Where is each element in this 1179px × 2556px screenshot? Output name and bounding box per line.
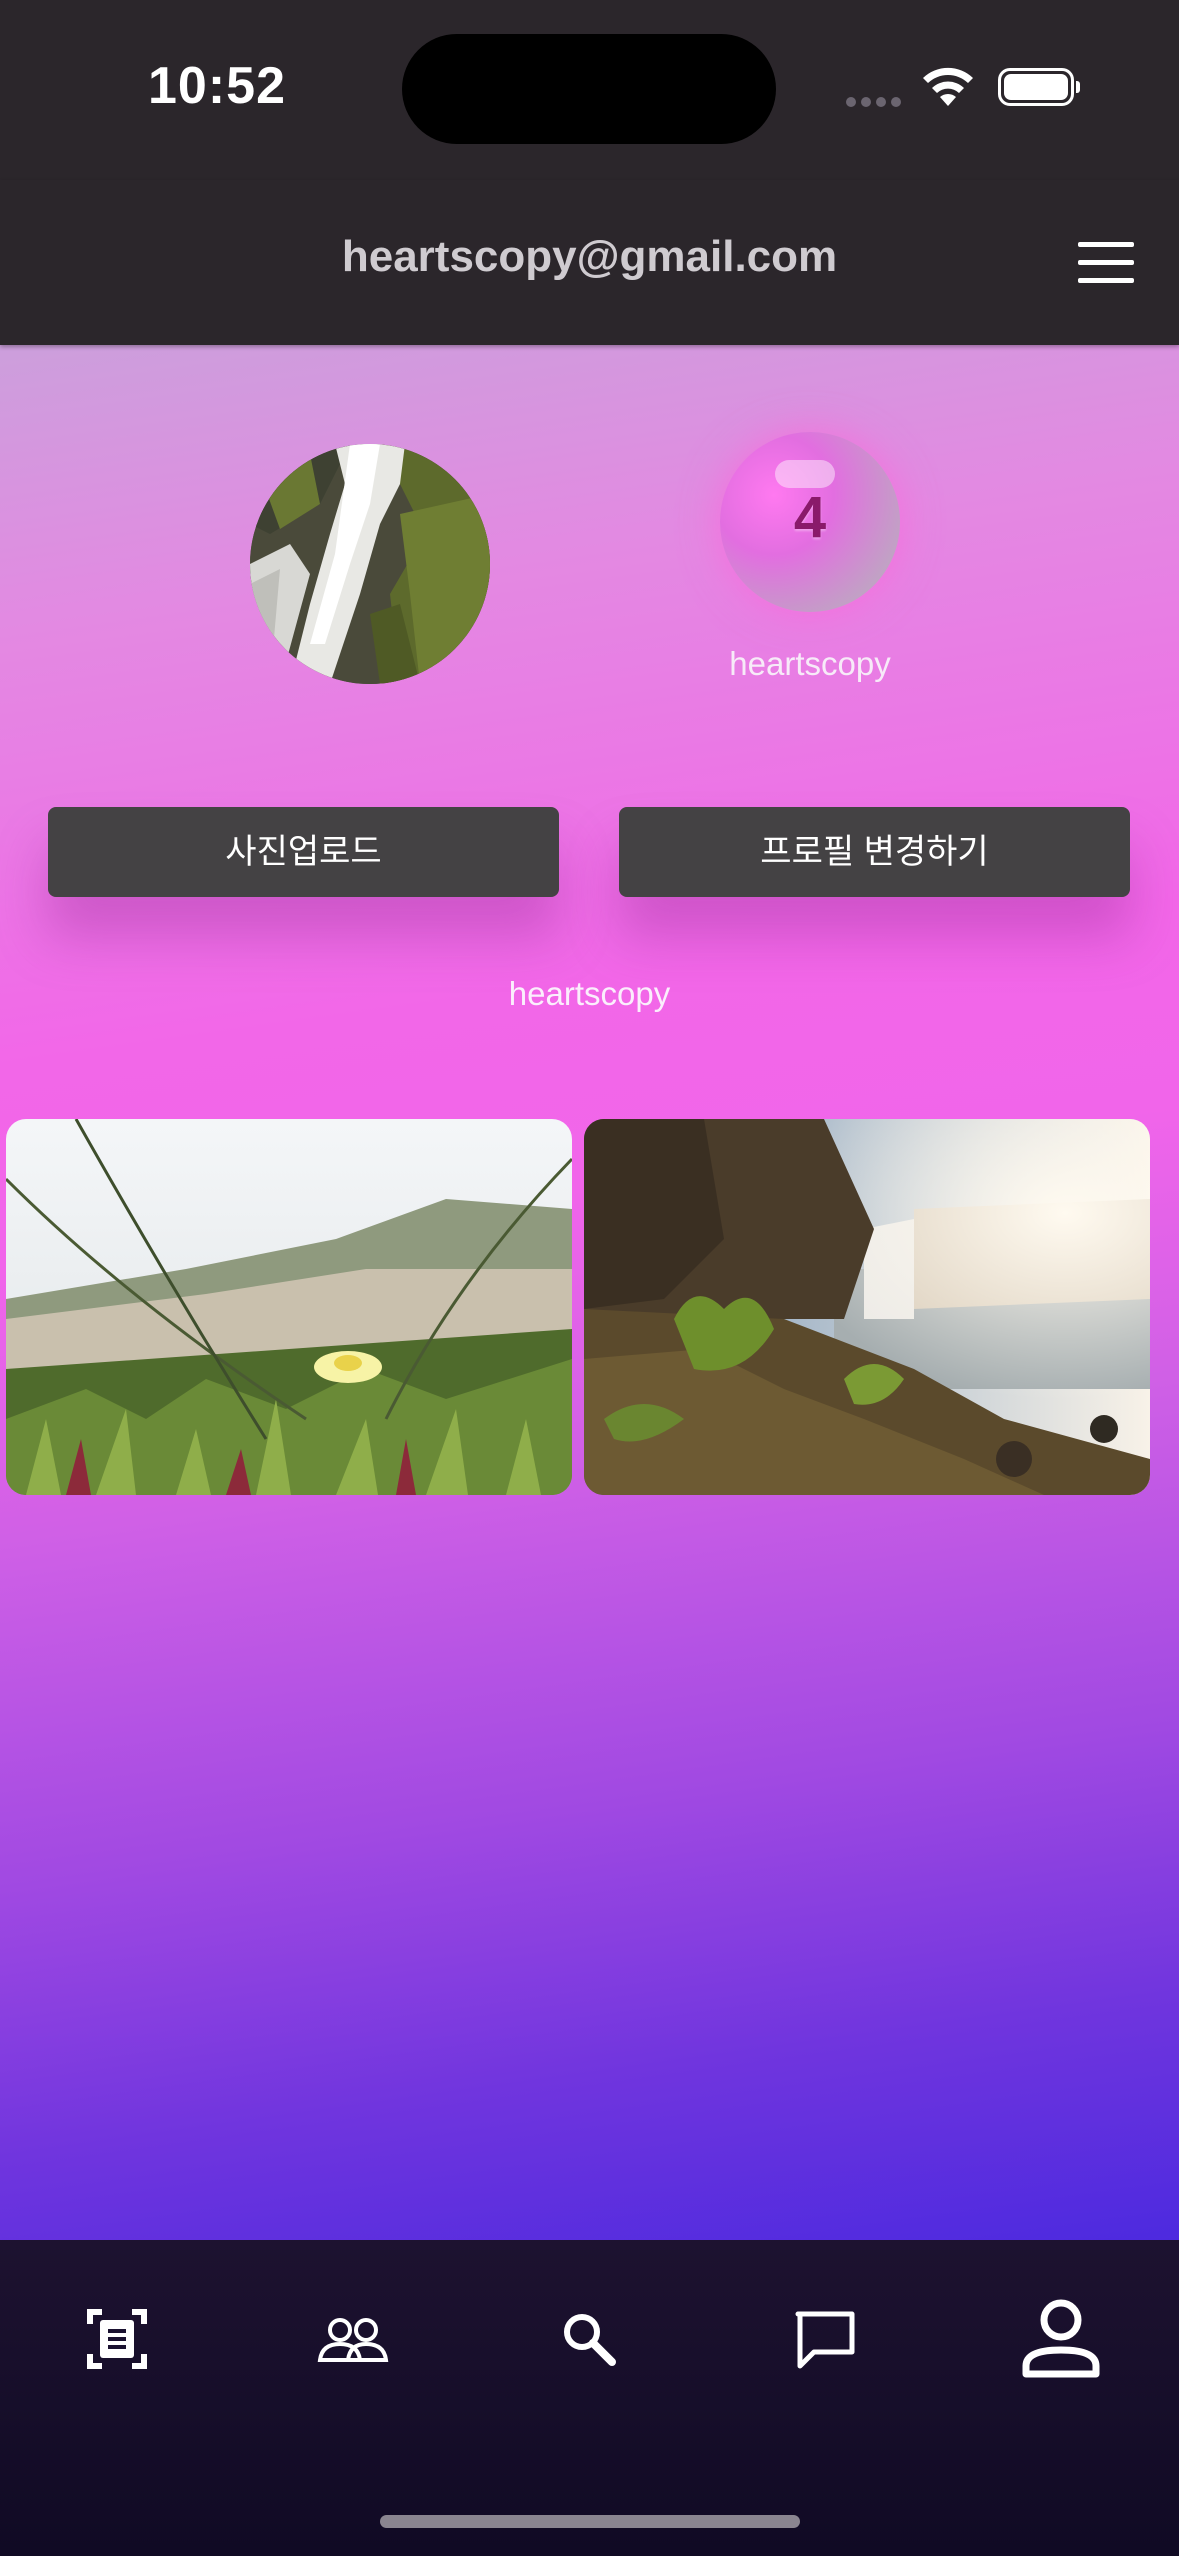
badge-username: heartscopy	[729, 645, 891, 682]
document-scan-icon	[87, 2309, 147, 2369]
wifi-icon	[920, 64, 976, 108]
tab-messages[interactable]	[780, 2294, 870, 2384]
chat-bubble-icon	[795, 2311, 855, 2369]
header-title: heartscopy@gmail.com	[341, 232, 838, 281]
profile-avatar[interactable]	[250, 444, 490, 684]
waterfall-cliff-image	[584, 1119, 1150, 1495]
photo-tile-2[interactable]	[584, 1119, 1150, 1495]
waterfall-avatar-image	[250, 444, 490, 684]
tab-friends[interactable]	[308, 2294, 398, 2384]
profile-username: heartscopy	[508, 975, 671, 1012]
edit-profile-button[interactable]: 프로필 변경하기	[619, 807, 1130, 897]
status-bar: 10:52	[0, 0, 1179, 180]
level-badge-circle: 4	[720, 432, 900, 612]
photo-tile-1[interactable]	[6, 1119, 572, 1495]
dynamic-island	[402, 34, 776, 144]
tab-profile[interactable]	[1016, 2294, 1106, 2384]
bottom-tab-bar	[0, 2240, 1179, 2556]
status-time: 10:52	[148, 57, 286, 115]
dune-grass-flower-image	[6, 1119, 572, 1495]
app-header: heartscopy@gmail.com	[0, 180, 1179, 345]
tab-feed[interactable]	[72, 2294, 162, 2384]
search-icon	[564, 2314, 616, 2366]
badge-count: 4	[793, 485, 827, 550]
cellular-signal-icon	[846, 94, 906, 112]
battery-icon	[998, 68, 1080, 106]
tab-search[interactable]	[544, 2294, 634, 2384]
home-indicator[interactable]	[380, 2515, 800, 2528]
level-badge: 4	[720, 432, 900, 612]
photo-upload-button[interactable]: 사진업로드	[48, 807, 559, 897]
hamburger-menu-icon[interactable]	[1078, 242, 1134, 283]
person-icon	[1022, 2299, 1100, 2378]
people-icon	[317, 2318, 389, 2362]
profile-content: 4 heartscopy 사진업로드 프로필 변경하기 heartscopy	[0, 345, 1179, 2240]
